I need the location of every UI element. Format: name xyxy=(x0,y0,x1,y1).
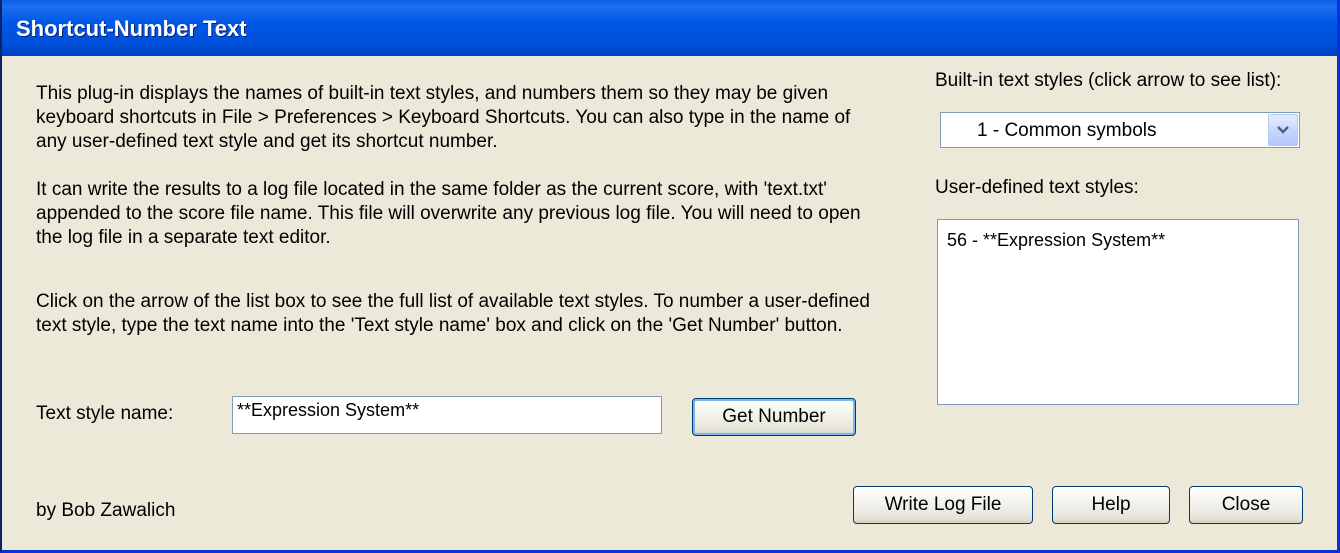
write-log-file-button[interactable]: Write Log File xyxy=(853,486,1033,524)
description-paragraph-3: Click on the arrow of the list box to se… xyxy=(36,291,870,336)
close-button[interactable]: Close xyxy=(1189,486,1303,524)
dialog-window: Shortcut-Number Text This plug-in displa… xyxy=(0,0,1340,553)
text-style-name-label: Text style name: xyxy=(36,403,174,424)
description-paragraph-2: It can write the results to a log file l… xyxy=(36,179,861,248)
builtin-styles-selected-value: 1 - Common symbols xyxy=(977,120,1157,141)
user-defined-styles-list[interactable]: 56 - **Expression System** xyxy=(937,219,1299,405)
window-title: Shortcut-Number Text xyxy=(16,16,247,41)
chevron-down-icon xyxy=(1277,126,1289,134)
builtin-styles-label: Built-in text styles (click arrow to see… xyxy=(935,70,1282,91)
user-defined-styles-label: User-defined text styles: xyxy=(935,177,1139,198)
description-paragraph-1: This plug-in displays the names of built… xyxy=(36,83,851,152)
help-button[interactable]: Help xyxy=(1052,486,1170,524)
dropdown-arrow-button[interactable] xyxy=(1268,114,1298,146)
builtin-styles-select[interactable]: 1 - Common symbols xyxy=(940,112,1300,148)
title-bar[interactable]: Shortcut-Number Text xyxy=(2,0,1337,56)
text-style-name-input[interactable]: **Expression System** xyxy=(232,396,662,434)
list-item[interactable]: 56 - **Expression System** xyxy=(947,230,1165,251)
get-number-button[interactable]: Get Number xyxy=(692,398,856,436)
author-credit: by Bob Zawalich xyxy=(36,500,176,521)
